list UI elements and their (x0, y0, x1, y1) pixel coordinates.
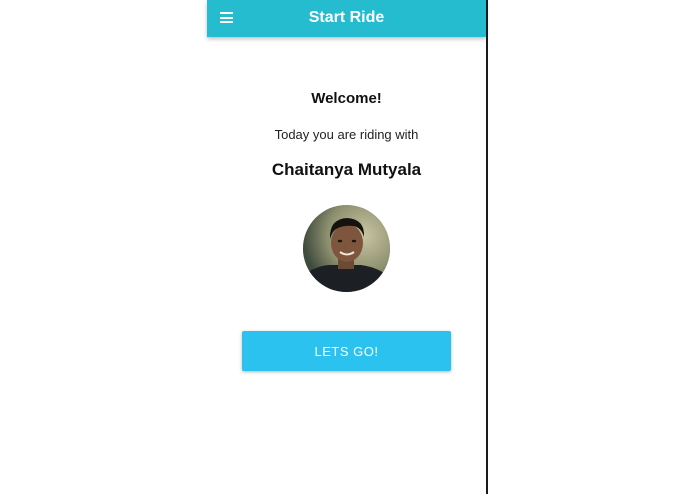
menu-line (220, 12, 233, 14)
phone-screen: Start Ride Welcome! Today you are riding… (207, 0, 486, 494)
lets-go-button[interactable]: LETS GO! (242, 331, 451, 371)
page-title: Start Ride (308, 9, 385, 26)
welcome-heading: Welcome! (311, 90, 382, 107)
rider-photo-icon (303, 205, 390, 292)
rider-name: Chaitanya Mutyala (271, 160, 422, 179)
hamburger-menu-icon[interactable] (220, 12, 233, 23)
menu-line (220, 16, 233, 19)
menu-line (220, 21, 233, 23)
app-bar: Start Ride (207, 0, 486, 37)
page: Start Ride Welcome! Today you are riding… (0, 0, 695, 494)
riding-with-text: Today you are riding with (274, 127, 419, 142)
avatar (303, 205, 390, 292)
screen-edge-divider (486, 0, 488, 494)
